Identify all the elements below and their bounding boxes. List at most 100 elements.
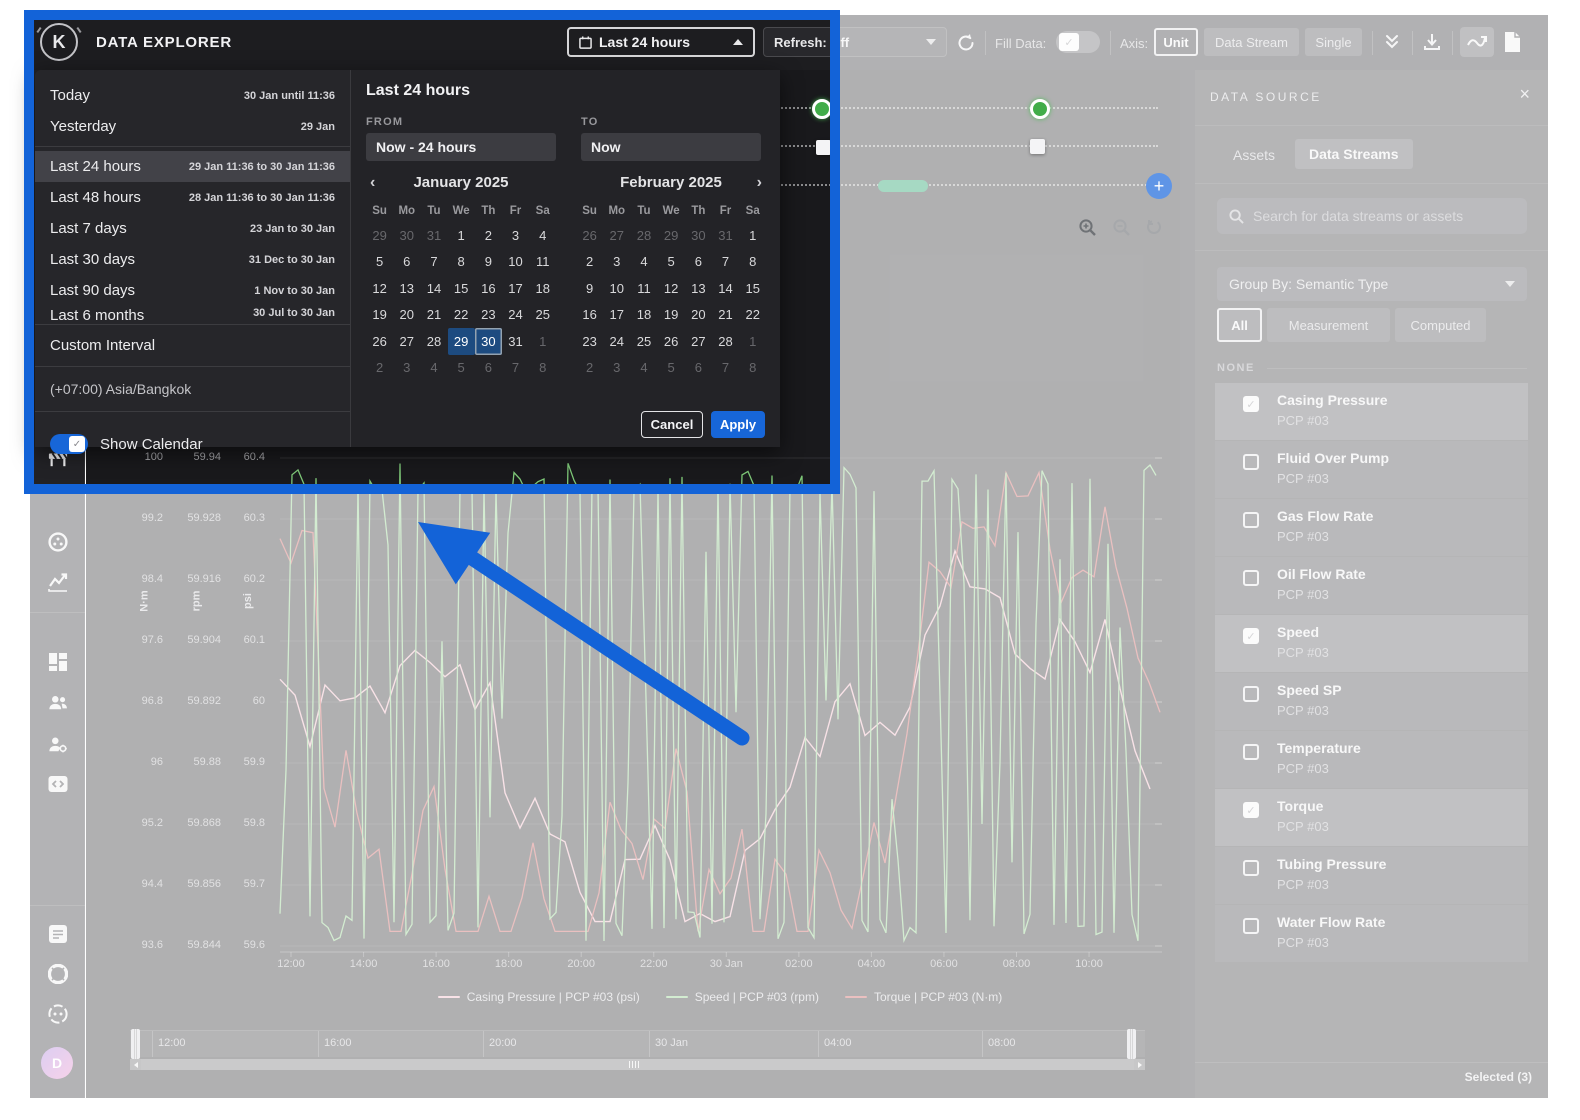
calendar-day[interactable]: 28 [630,222,657,249]
calendar-day[interactable]: 16 [576,302,603,329]
calendar-day[interactable]: 2 [576,249,603,276]
calendar-day[interactable]: 17 [603,302,630,329]
calendar-day[interactable]: 7 [712,249,739,276]
code-icon[interactable] [48,774,68,794]
scrollbar-thumb[interactable] [141,1059,1134,1070]
calendar-day[interactable]: 8 [739,249,766,276]
calendar-day[interactable]: 30 [685,222,712,249]
calendar-day[interactable]: 12 [658,275,685,302]
checkbox-checked-icon[interactable]: ✓ [1243,628,1259,644]
compare-streams-button[interactable] [1460,27,1494,57]
calendar-day[interactable]: 6 [685,355,712,382]
preset-last-6-months[interactable]: Last 6 months30 Jul to 30 Jan [35,306,350,320]
event-marker-range-pill[interactable] [878,180,928,192]
add-event-button[interactable]: + [1146,173,1172,199]
event-marker-square[interactable] [816,140,831,155]
calendar-day[interactable]: 26 [366,328,393,355]
calendar-day[interactable]: 7 [502,355,529,382]
checkbox-unchecked-icon[interactable] [1243,512,1259,528]
calendar-day[interactable]: 1 [739,328,766,355]
calendar-day[interactable]: 4 [630,249,657,276]
calendar-day[interactable]: 1 [739,222,766,249]
calendar-day[interactable]: 8 [448,249,475,276]
calendar-day[interactable]: 21 [712,302,739,329]
calendar-day[interactable]: 25 [529,302,556,329]
calendar-day[interactable]: 3 [603,249,630,276]
time-series-plot[interactable] [278,445,1162,961]
tab-assets[interactable]: Assets [1233,147,1275,163]
calendar-day[interactable]: 29 [658,222,685,249]
report-file-icon[interactable] [1504,31,1521,53]
range-handle-right[interactable] [1127,1029,1136,1059]
calendar-day[interactable]: 14 [712,275,739,302]
calendar-day[interactable]: 22 [739,302,766,329]
double-chevron-down-icon[interactable] [1382,32,1402,52]
calendar-day[interactable]: 13 [393,275,420,302]
calendar-day[interactable]: 30 [475,328,502,355]
zoom-out-icon[interactable] [1112,218,1131,237]
event-marker-circle[interactable] [812,99,832,119]
close-icon[interactable]: × [1519,84,1530,105]
tab-data-streams[interactable]: Data Streams [1295,139,1413,169]
calendar-day[interactable]: 27 [393,328,420,355]
calendar-day[interactable]: 24 [603,328,630,355]
calendar-day[interactable]: 31 [420,222,447,249]
calendar-day[interactable]: 19 [658,302,685,329]
calendar-day[interactable]: 23 [576,328,603,355]
stream-item-oil-flow-rate[interactable]: Oil Flow RatePCP #03 [1215,557,1528,614]
trend-chart-icon[interactable] [48,572,68,592]
calendar-day[interactable]: 9 [576,275,603,302]
calendar-day[interactable]: 3 [393,355,420,382]
axis-unit-button[interactable]: Unit [1154,28,1198,56]
filter-all-button[interactable]: All [1217,308,1262,342]
calendar-day[interactable]: 15 [448,275,475,302]
users-icon[interactable] [48,692,68,712]
dashboard-icon[interactable] [48,652,68,672]
calendar-day[interactable]: 9 [475,249,502,276]
filter-measurement-button[interactable]: Measurement [1267,308,1390,342]
calendar-day[interactable]: 3 [603,355,630,382]
calendar-day[interactable]: 16 [475,275,502,302]
calendar-day[interactable]: 4 [420,355,447,382]
calendar-day[interactable]: 8 [529,355,556,382]
preset-last-48-hours[interactable]: Last 48 hours28 Jan 11:36 to 30 Jan 11:3… [35,182,350,213]
calendar-day[interactable]: 18 [529,275,556,302]
stream-item-speed-sp[interactable]: Speed SPPCP #03 [1215,673,1528,730]
calendar-day[interactable]: 3 [502,222,529,249]
show-calendar-toggle[interactable]: ✓ [50,434,88,454]
calendar-day[interactable]: 1 [448,222,475,249]
calendar-day[interactable]: 10 [603,275,630,302]
calendar-day[interactable]: 31 [712,222,739,249]
control-wheel-icon[interactable] [48,532,68,552]
calendar-day[interactable]: 26 [658,328,685,355]
calendar-day[interactable]: 10 [502,249,529,276]
calendar-day[interactable]: 21 [420,302,447,329]
checkbox-checked-icon[interactable]: ✓ [1243,396,1259,412]
calendar-day[interactable]: 13 [685,275,712,302]
checkbox-checked-icon[interactable]: ✓ [1243,802,1259,818]
calendar-day[interactable]: 6 [475,355,502,382]
calendar-day[interactable]: 8 [739,355,766,382]
calendar-day[interactable]: 4 [630,355,657,382]
calendar-day[interactable]: 7 [420,249,447,276]
from-input[interactable]: Now - 24 hours [366,133,556,161]
checkbox-unchecked-icon[interactable] [1243,860,1259,876]
preset-last-7-days[interactable]: Last 7 days23 Jan to 30 Jan [35,213,350,244]
range-handle-left[interactable] [131,1029,140,1059]
user-avatar[interactable]: D [41,1047,73,1079]
calendar-day[interactable]: 23 [475,302,502,329]
calendar-day[interactable]: 4 [529,222,556,249]
calendar-day[interactable]: 27 [603,222,630,249]
preset-last-24-hours[interactable]: Last 24 hours29 Jan 11:36 to 30 Jan 11:3… [35,151,350,182]
preset-last-30-days[interactable]: Last 30 days31 Dec to 30 Jan [35,244,350,275]
lifesaver-icon[interactable] [48,964,68,984]
stream-item-casing-pressure[interactable]: ✓Casing PressurePCP #03 [1215,383,1528,440]
search-input[interactable]: Search for data streams or assets [1217,198,1527,234]
calendar-day[interactable]: 20 [685,302,712,329]
refresh-icon[interactable] [955,32,977,54]
next-month-icon[interactable]: › [757,174,762,192]
scroll-right-arrow[interactable] [1134,1059,1145,1070]
calendar-day[interactable]: 18 [630,302,657,329]
calendar-day[interactable]: 25 [630,328,657,355]
calendar-day[interactable]: 2 [366,355,393,382]
